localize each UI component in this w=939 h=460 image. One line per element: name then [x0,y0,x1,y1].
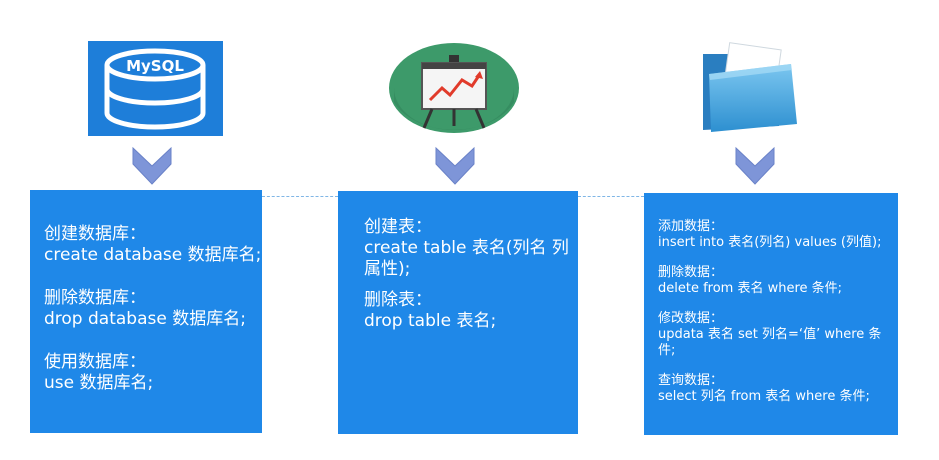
table-commands-box: 创建表： create table 表名(列名 列属性); 删除表： drop … [338,191,578,434]
section-title: 删除数据库： [44,288,146,308]
insert-data-section: 添加数据： insert into 表名(列名) values (列值); [658,219,898,251]
update-data-section: 修改数据： updata 表名 set 列名=‘值’ where 条件; [658,311,890,359]
section-command: drop table 表名; [364,311,497,331]
section-command: insert into 表名(列名) values (列值); [658,235,882,250]
section-command: create table 表名(列名 列属性); [364,238,569,279]
create-table-section: 创建表： create table 表名(列名 列属性); [364,217,569,280]
presentation-chart-icon [388,42,520,134]
connector-line [578,196,644,197]
down-arrow-icon [434,146,476,186]
section-command: drop database 数据库名; [44,309,246,329]
connector-line [262,196,338,197]
section-title: 查询数据： [658,373,724,388]
section-title: 创建表： [364,217,432,237]
down-arrow-icon [734,146,776,186]
section-title: 使用数据库： [44,352,146,372]
down-arrow-icon [131,146,173,186]
section-command: create database 数据库名; [44,245,262,265]
drop-table-section: 删除表： drop table 表名; [364,290,578,332]
use-database-section: 使用数据库： use 数据库名; [44,352,262,394]
select-data-section: 查询数据： select 列名 from 表名 where 条件; [658,373,898,405]
create-database-section: 创建数据库： create database 数据库名; [44,224,262,266]
delete-data-section: 删除数据： delete from 表名 where 条件; [658,265,898,297]
mysql-icon: MySQL [88,41,223,136]
folder-icon [695,40,807,136]
section-command: select 列名 from 表名 where 条件; [658,389,870,404]
section-command: delete from 表名 where 条件; [658,281,843,296]
section-command: use 数据库名; [44,373,154,393]
section-command: updata 表名 set 列名=‘值’ where 条件; [658,327,882,358]
drop-database-section: 删除数据库： drop database 数据库名; [44,288,262,330]
section-title: 添加数据： [658,219,724,234]
section-title: 删除表： [364,290,432,310]
section-title: 创建数据库： [44,224,146,244]
section-title: 修改数据： [658,311,724,326]
data-commands-box: 添加数据： insert into 表名(列名) values (列值); 删除… [644,193,898,435]
mysql-logo-text: MySQL [126,57,184,75]
section-title: 删除数据： [658,265,724,280]
database-commands-box: 创建数据库： create database 数据库名; 删除数据库： drop… [30,190,262,433]
